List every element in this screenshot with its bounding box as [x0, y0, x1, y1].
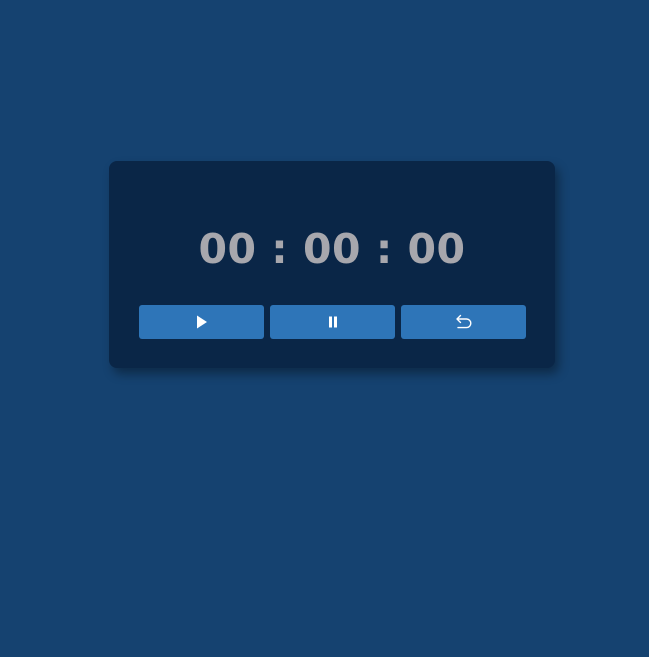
controls: [139, 305, 526, 339]
start-button[interactable]: [139, 305, 264, 339]
time-display: 00 : 00 : 00: [109, 225, 555, 273]
reset-button[interactable]: [401, 305, 526, 339]
hours-value: 00: [198, 225, 257, 273]
pause-button[interactable]: [270, 305, 395, 339]
play-icon: [196, 315, 208, 329]
seconds-value: 00: [407, 225, 466, 273]
separator: :: [375, 225, 393, 273]
minutes-value: 00: [302, 225, 362, 273]
separator: :: [271, 225, 289, 273]
stopwatch-card: 00 : 00 : 00: [109, 161, 555, 368]
reset-icon: [455, 314, 473, 330]
pause-icon: [328, 316, 338, 328]
